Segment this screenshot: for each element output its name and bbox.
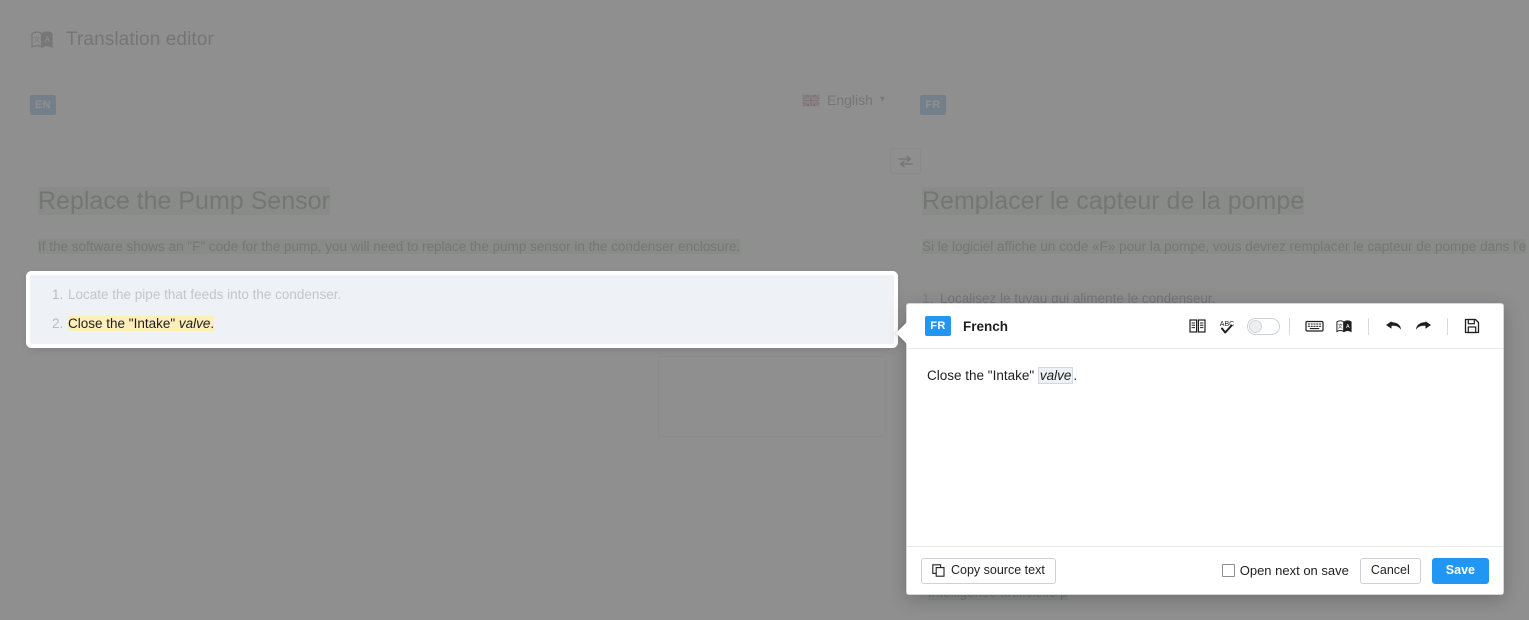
modal-language: FR French [925,316,1008,336]
toolbar-separator [1447,318,1448,335]
open-next-on-save-checkbox[interactable]: Open next on save [1222,563,1349,578]
translation-edit-modal: FR French ABC [906,303,1504,595]
copy-icon [932,564,945,577]
spellcheck-toggle[interactable] [1247,318,1280,335]
translation-editor-input[interactable]: Close the "Intake" valve. [907,349,1503,546]
list-item-active: 2. Close the "Intake" valve. [52,314,894,334]
svg-text:ABC: ABC [1220,321,1234,328]
save-icon [1464,318,1480,334]
machine-translate-icon: 文 A [1335,318,1353,335]
keyboard-button[interactable] [1299,311,1329,341]
modal-language-name: French [963,319,1008,334]
inline-tag: valve [1038,367,1074,384]
copy-source-text-button[interactable]: Copy source text [921,558,1056,584]
svg-text:A: A [1346,323,1350,329]
modal-footer: Copy source text Open next on save Cance… [907,546,1503,594]
toolbar-separator [1289,318,1290,335]
dictionary-icon [1189,318,1206,334]
checkbox-box [1222,564,1235,577]
save-button[interactable]: Save [1432,558,1489,584]
keyboard-icon [1305,319,1324,333]
translation-editor-app: 文 A Translation editor EN Engl [0,0,1529,620]
footer-actions: Open next on save Cancel Save [1222,558,1489,584]
undo-button[interactable] [1378,311,1408,341]
undo-icon [1384,318,1403,334]
cancel-button[interactable]: Cancel [1360,558,1421,584]
spellcheck-icon: ABC [1218,318,1236,335]
dictionary-button[interactable] [1182,311,1212,341]
toolbar-separator [1368,318,1369,335]
modal-language-badge: FR [925,316,951,336]
open-next-on-save-label: Open next on save [1240,563,1349,578]
spellcheck-button[interactable]: ABC [1212,311,1242,341]
list-item: 1. Locate the pipe that feeds into the c… [52,285,894,305]
toggle-knob [1249,320,1262,333]
save-icon-button[interactable] [1457,311,1487,341]
editor-text: Close the "Intake" [927,368,1038,383]
redo-icon [1414,318,1433,334]
copy-source-text-label: Copy source text [951,564,1045,577]
modal-header: FR French ABC [907,304,1503,349]
modal-pointer [896,322,907,344]
highlighted-source-segment[interactable]: 1. Locate the pipe that feeds into the c… [30,275,894,344]
modal-toolbar: ABC [1182,311,1487,341]
machine-translate-button[interactable]: 文 A [1329,311,1359,341]
editor-text-tail: . [1073,368,1077,383]
redo-button[interactable] [1408,311,1438,341]
